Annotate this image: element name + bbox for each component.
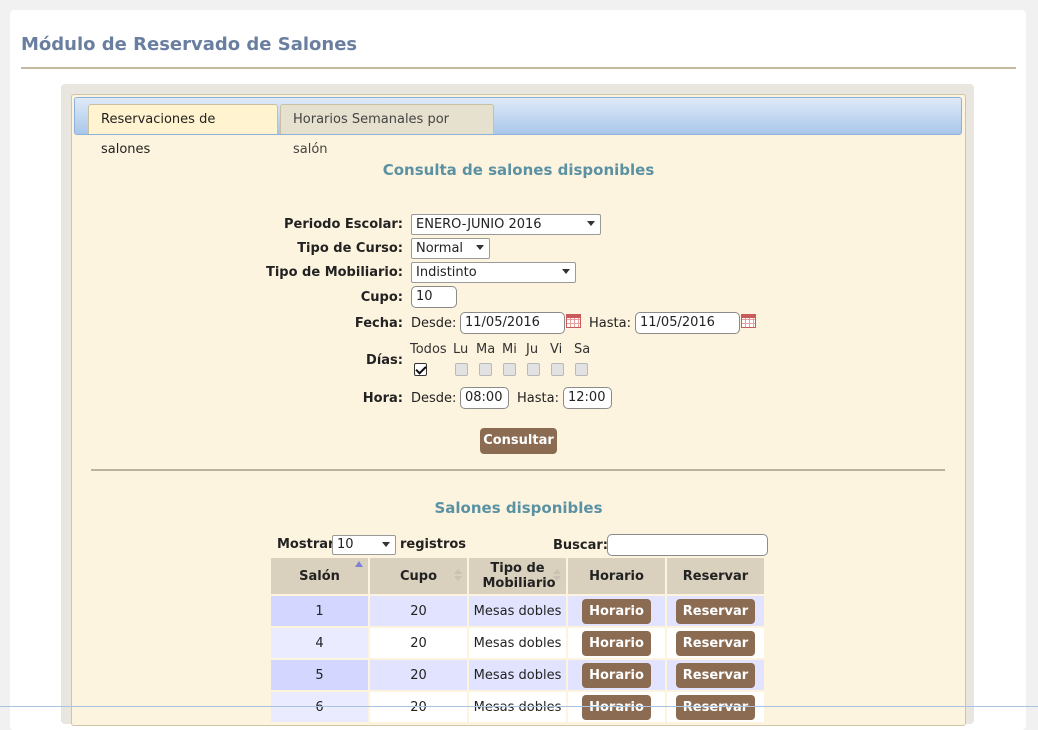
fecha-desde-label: Desde: [411, 316, 457, 331]
title-divider [21, 67, 1016, 69]
checkbox-ju[interactable] [527, 363, 540, 376]
column-header-reservar: Reservar [667, 558, 764, 594]
table-row: 4 20 Mesas dobles Horario Reservar [271, 626, 764, 658]
column-header-salon[interactable]: Salón [271, 558, 368, 594]
checkbox-ma[interactable] [479, 363, 492, 376]
viewport-bottom-edge [0, 706, 1038, 707]
day-label-mi: Mi [502, 342, 517, 357]
reservar-cell: Reservar [667, 594, 764, 626]
horario-button[interactable]: Horario [582, 630, 651, 656]
sort-asc-icon [355, 561, 363, 567]
fecha-desde-input[interactable]: 11/05/2016 [460, 312, 565, 334]
column-header-horario: Horario [568, 558, 665, 594]
calendar-icon[interactable] [566, 314, 581, 328]
checkbox-sa[interactable] [575, 363, 588, 376]
day-label-vi: Vi [550, 342, 563, 357]
page-size-value: 10 [337, 537, 354, 552]
horario-cell: Horario [568, 626, 665, 658]
sort-icon [454, 569, 462, 583]
hora-desde-input[interactable]: 08:00 [460, 387, 509, 409]
horario-cell: Horario [568, 658, 665, 690]
day-label-ju: Ju [526, 342, 539, 357]
buscar-label: Buscar: [553, 538, 608, 553]
tipo-mobiliario-label: Tipo de Mobiliario: [265, 265, 403, 280]
table-header-row: Salón Cupo Tipo de Mobiliario Horario Re… [271, 558, 764, 594]
day-label-ma: Ma [476, 342, 496, 357]
tab-reservaciones[interactable]: Reservaciones de salones [88, 104, 278, 157]
table-row: 1 20 Mesas dobles Horario Reservar [271, 594, 764, 626]
cupo-label: Cupo: [360, 290, 403, 305]
reservar-button[interactable]: Reservar [675, 630, 756, 656]
results-heading: Salones disponibles [434, 499, 603, 517]
page-title: Módulo de Reservado de Salones [21, 34, 358, 55]
horario-button[interactable]: Horario [582, 694, 651, 720]
cupo-cell: 20 [370, 594, 467, 626]
mostrar-label: Mostrar [277, 537, 335, 552]
checkbox-todos[interactable] [414, 363, 427, 376]
checkbox-vi[interactable] [551, 363, 564, 376]
registros-label: registros [400, 537, 467, 552]
periodo-value: ENERO-JUNIO 2016 [416, 217, 542, 232]
periodo-label: Periodo Escolar: [284, 217, 403, 232]
day-label-sa: Sa [574, 342, 591, 357]
day-label-lu: Lu [453, 342, 469, 357]
sort-icon [553, 569, 561, 583]
reservar-button[interactable]: Reservar [675, 598, 756, 624]
checkbox-lu[interactable] [455, 363, 468, 376]
chevron-down-icon [382, 542, 390, 547]
salones-table: Salón Cupo Tipo de Mobiliario Horario Re… [269, 558, 766, 722]
cupo-input[interactable]: 10 [411, 286, 457, 308]
fecha-hasta-label: Hasta: [589, 316, 631, 331]
chevron-down-icon [562, 269, 570, 274]
reservar-cell: Reservar [667, 626, 764, 658]
horario-cell: Horario [568, 594, 665, 626]
tipo-curso-select[interactable]: Normal [411, 238, 490, 259]
dias-label: Días: [366, 353, 403, 368]
day-label-todos: Todos [410, 342, 447, 357]
reservar-button[interactable]: Reservar [675, 662, 756, 688]
page-size-select[interactable]: 10 [332, 535, 396, 555]
reservar-button[interactable]: Reservar [675, 694, 756, 720]
horario-button[interactable]: Horario [582, 662, 651, 688]
mobiliario-cell: Mesas dobles [469, 658, 566, 690]
reservar-cell: Reservar [667, 658, 764, 690]
fecha-label: Fecha: [354, 316, 403, 331]
salon-cell: 1 [271, 594, 368, 626]
tipo-curso-label: Tipo de Curso: [297, 241, 403, 256]
tipo-curso-value: Normal [416, 241, 464, 256]
mobiliario-cell: Mesas dobles [469, 594, 566, 626]
column-header-mobiliario[interactable]: Tipo de Mobiliario [469, 558, 566, 594]
consultar-button[interactable]: Consultar [480, 428, 557, 454]
search-input[interactable] [607, 534, 768, 556]
hora-hasta-label: Hasta: [517, 391, 559, 406]
horario-button[interactable]: Horario [582, 598, 651, 624]
tab-horarios-semanales[interactable]: Horarios Semanales por salón [280, 104, 494, 157]
calendar-icon[interactable] [741, 314, 756, 328]
hora-label: Hora: [362, 391, 403, 406]
tipo-mobiliario-select[interactable]: Indistinto [411, 262, 576, 283]
mobiliario-cell: Mesas dobles [469, 626, 566, 658]
fecha-hasta-input[interactable]: 11/05/2016 [635, 312, 740, 334]
cupo-cell: 20 [370, 658, 467, 690]
hora-hasta-input[interactable]: 12:00 [563, 387, 612, 409]
cupo-cell: 20 [370, 626, 467, 658]
periodo-select[interactable]: ENERO-JUNIO 2016 [411, 214, 601, 235]
form-heading: Consulta de salones disponibles [382, 161, 655, 179]
chevron-down-icon [476, 245, 484, 250]
tipo-mobiliario-value: Indistinto [416, 265, 477, 280]
section-divider [91, 469, 945, 471]
chevron-down-icon [587, 221, 595, 226]
column-header-cupo[interactable]: Cupo [370, 558, 467, 594]
hora-desde-label: Desde: [411, 391, 457, 406]
checkbox-mi[interactable] [503, 363, 516, 376]
salon-cell: 5 [271, 658, 368, 690]
salon-cell: 4 [271, 626, 368, 658]
table-row: 5 20 Mesas dobles Horario Reservar [271, 658, 764, 690]
